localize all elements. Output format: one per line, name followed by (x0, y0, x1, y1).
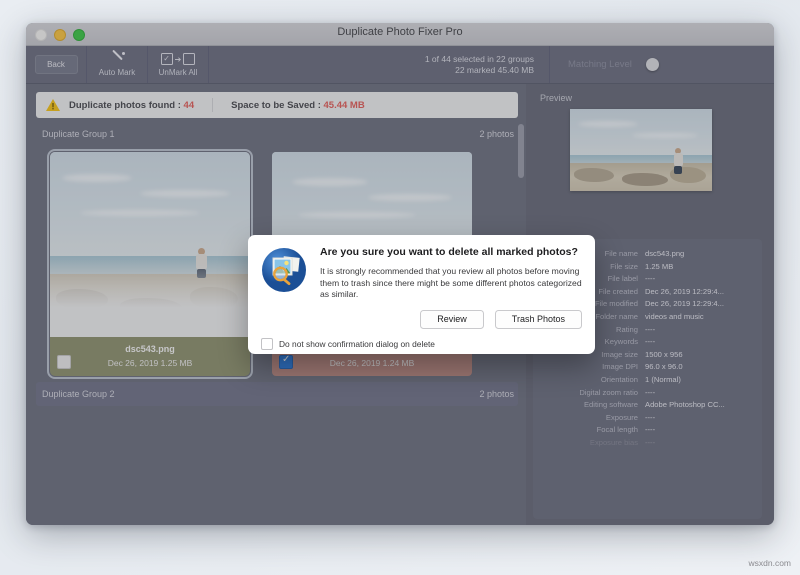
dialog-text: Are you sure you want to delete all mark… (320, 245, 582, 329)
app-window: Duplicate Photo Fixer Pro Back Auto Mark… (26, 23, 774, 525)
review-button-label: Review (437, 314, 467, 325)
review-button[interactable]: Review (420, 309, 484, 329)
do-not-show-checkbox[interactable] (261, 337, 273, 350)
dialog-body: It is strongly recommended that you revi… (320, 266, 582, 300)
desktop-background: Duplicate Photo Fixer Pro Back Auto Mark… (0, 0, 800, 575)
dialog-title: Are you sure you want to delete all mark… (320, 246, 578, 258)
do-not-show-label: Do not show confirmation dialog on delet… (279, 338, 435, 349)
watermark: wsxdn.com (748, 558, 791, 568)
app-icon (261, 247, 307, 293)
dialog-buttons: Review Trash Photos (320, 309, 582, 329)
confirmation-dialog: Are you sure you want to delete all mark… (248, 235, 595, 354)
trash-photos-button-label: Trash Photos (511, 314, 565, 325)
dialog-footer[interactable]: Do not show confirmation dialog on delet… (261, 337, 582, 350)
trash-photos-button[interactable]: Trash Photos (494, 309, 582, 329)
dialog-top: Are you sure you want to delete all mark… (261, 245, 582, 329)
